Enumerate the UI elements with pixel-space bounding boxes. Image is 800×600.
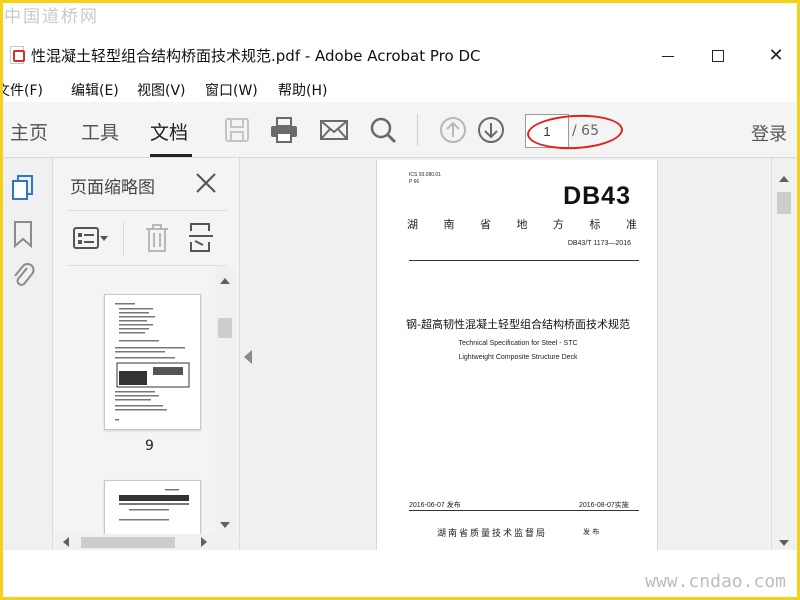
scroll-up-icon[interactable] bbox=[220, 278, 230, 284]
tab-home[interactable]: 主页 bbox=[10, 118, 48, 145]
pdf-file-icon bbox=[10, 46, 25, 64]
save-icon[interactable] bbox=[221, 114, 253, 146]
delete-icon[interactable] bbox=[143, 223, 171, 253]
thumbnails-scroll-thumb[interactable] bbox=[218, 318, 232, 338]
doc-province-char: 湖 bbox=[407, 218, 418, 231]
doc-scroll-down-icon[interactable] bbox=[779, 540, 789, 546]
thumbnail-options-icon[interactable] bbox=[73, 225, 109, 251]
menu-help[interactable]: 帮助(H) bbox=[278, 80, 327, 100]
thumbnails-vertical-scrollbar[interactable] bbox=[215, 266, 235, 536]
doc-code: DB43 bbox=[563, 182, 631, 210]
close-icon: ✕ bbox=[768, 45, 784, 66]
doc-issuer-suffix: 发 布 bbox=[583, 528, 600, 536]
doc-province-char: 南 bbox=[443, 218, 455, 231]
thumbnails-horizontal-scrollbar[interactable] bbox=[53, 534, 239, 550]
window-title: 性混凝土轻型组合结构桥面技术规范.pdf - Adobe Acrobat Pro… bbox=[31, 47, 481, 65]
thumbnails-toolbar bbox=[67, 210, 227, 266]
watermark-bottom: www.cndao.com bbox=[645, 571, 786, 592]
thumbnail-page-label: 9 bbox=[145, 438, 154, 454]
collapse-panel-icon[interactable] bbox=[244, 350, 252, 364]
thumbnails-list[interactable]: 9 bbox=[53, 266, 239, 536]
doc-province-char: 准 bbox=[626, 218, 637, 231]
minimize-button[interactable] bbox=[648, 40, 688, 72]
search-icon[interactable] bbox=[367, 114, 399, 146]
email-icon[interactable] bbox=[318, 114, 350, 146]
document-scroll-thumb[interactable] bbox=[777, 192, 791, 214]
doc-p-code: P 66 bbox=[409, 179, 420, 185]
doc-ics: ICS 93.080.01 bbox=[409, 172, 441, 178]
document-view[interactable]: ICS 93.080.01 P 66 DB43 湖 南 省 地 方 标 准 DB… bbox=[239, 158, 771, 550]
page-down-icon[interactable] bbox=[475, 114, 507, 146]
minimize-icon bbox=[662, 55, 674, 57]
page-up-icon[interactable] bbox=[437, 114, 469, 146]
doc-scroll-up-icon[interactable] bbox=[779, 176, 789, 182]
menu-bar: 文件(F) 编辑(E) 视图(V) 窗口(W) 帮助(H) bbox=[0, 76, 800, 102]
doc-publish-date: 2016-06-07 发布 bbox=[409, 502, 461, 509]
doc-english-title-line2: Lightweight Composite Structure Deck bbox=[458, 354, 578, 361]
doc-province-char: 标 bbox=[589, 218, 601, 231]
menu-edit[interactable]: 编辑(E) bbox=[71, 80, 119, 100]
pdf-page: ICS 93.080.01 P 66 DB43 湖 南 省 地 方 标 准 DB… bbox=[376, 160, 658, 550]
menu-file[interactable]: 文件(F) bbox=[0, 80, 43, 100]
doc-rule-bottom bbox=[409, 510, 639, 511]
title-bar: 性混凝土轻型组合结构桥面技术规范.pdf - Adobe Acrobat Pro… bbox=[0, 36, 800, 76]
doc-english-title-line1: Technical Specification for Steel - STC bbox=[458, 340, 578, 347]
print-icon[interactable] bbox=[268, 114, 300, 146]
attachment-icon[interactable] bbox=[10, 262, 36, 290]
close-window-button[interactable]: ✕ bbox=[756, 40, 796, 72]
scroll-right-icon[interactable] bbox=[201, 537, 207, 547]
close-panel-icon[interactable] bbox=[193, 170, 219, 196]
doc-implement-date: 2016-08-07实施 bbox=[579, 502, 629, 509]
thumbnail-page-content bbox=[119, 489, 189, 521]
login-button[interactable]: 登录 bbox=[751, 120, 787, 146]
scroll-left-icon[interactable] bbox=[63, 537, 69, 547]
doc-chinese-title: 钢-超高韧性混凝土轻型组合结构桥面技术规范 bbox=[406, 318, 630, 331]
doc-standard-number: DB43/T 1173—2016 bbox=[567, 240, 631, 247]
document-vertical-scrollbar[interactable] bbox=[771, 158, 797, 550]
thumbnails-toolbar-separator bbox=[123, 221, 124, 255]
left-navigation-strip bbox=[0, 158, 53, 550]
active-tab-indicator bbox=[150, 154, 192, 157]
doc-rule-top bbox=[409, 260, 639, 261]
page-thumbnails-icon[interactable] bbox=[10, 174, 36, 202]
menu-window[interactable]: 窗口(W) bbox=[205, 80, 258, 100]
extract-icon[interactable] bbox=[187, 221, 215, 253]
doc-province-char: 省 bbox=[480, 218, 491, 231]
watermark-top: 中国道桥网 bbox=[4, 7, 99, 27]
tab-tools[interactable]: 工具 bbox=[81, 118, 119, 145]
toolbar-separator bbox=[417, 114, 418, 146]
thumbnails-hscroll-thumb[interactable] bbox=[81, 537, 175, 548]
doc-province-line: 湖 南 省 地 方 标 准 bbox=[407, 216, 637, 232]
doc-issuer: 湖南省质量技术监督局 bbox=[437, 529, 548, 539]
page-thumbnail-9[interactable] bbox=[104, 294, 201, 430]
doc-province-char: 方 bbox=[553, 218, 564, 231]
bookmark-icon[interactable] bbox=[10, 220, 36, 248]
thumbnails-panel-title: 页面缩略图 bbox=[70, 178, 155, 198]
maximize-button[interactable] bbox=[698, 40, 738, 72]
menu-view[interactable]: 视图(V) bbox=[137, 80, 186, 100]
tab-document[interactable]: 文档 bbox=[150, 118, 188, 145]
doc-province-char: 地 bbox=[516, 218, 528, 231]
page-thumbnail-10[interactable] bbox=[104, 480, 201, 536]
maximize-icon bbox=[712, 50, 724, 62]
thumbnails-panel: 页面缩略图 9 bbox=[53, 158, 239, 550]
thumbnail-page-content bbox=[115, 303, 190, 421]
scroll-down-icon[interactable] bbox=[220, 522, 230, 528]
toolbar: 主页 工具 文档 / 65 登录 bbox=[0, 102, 800, 158]
